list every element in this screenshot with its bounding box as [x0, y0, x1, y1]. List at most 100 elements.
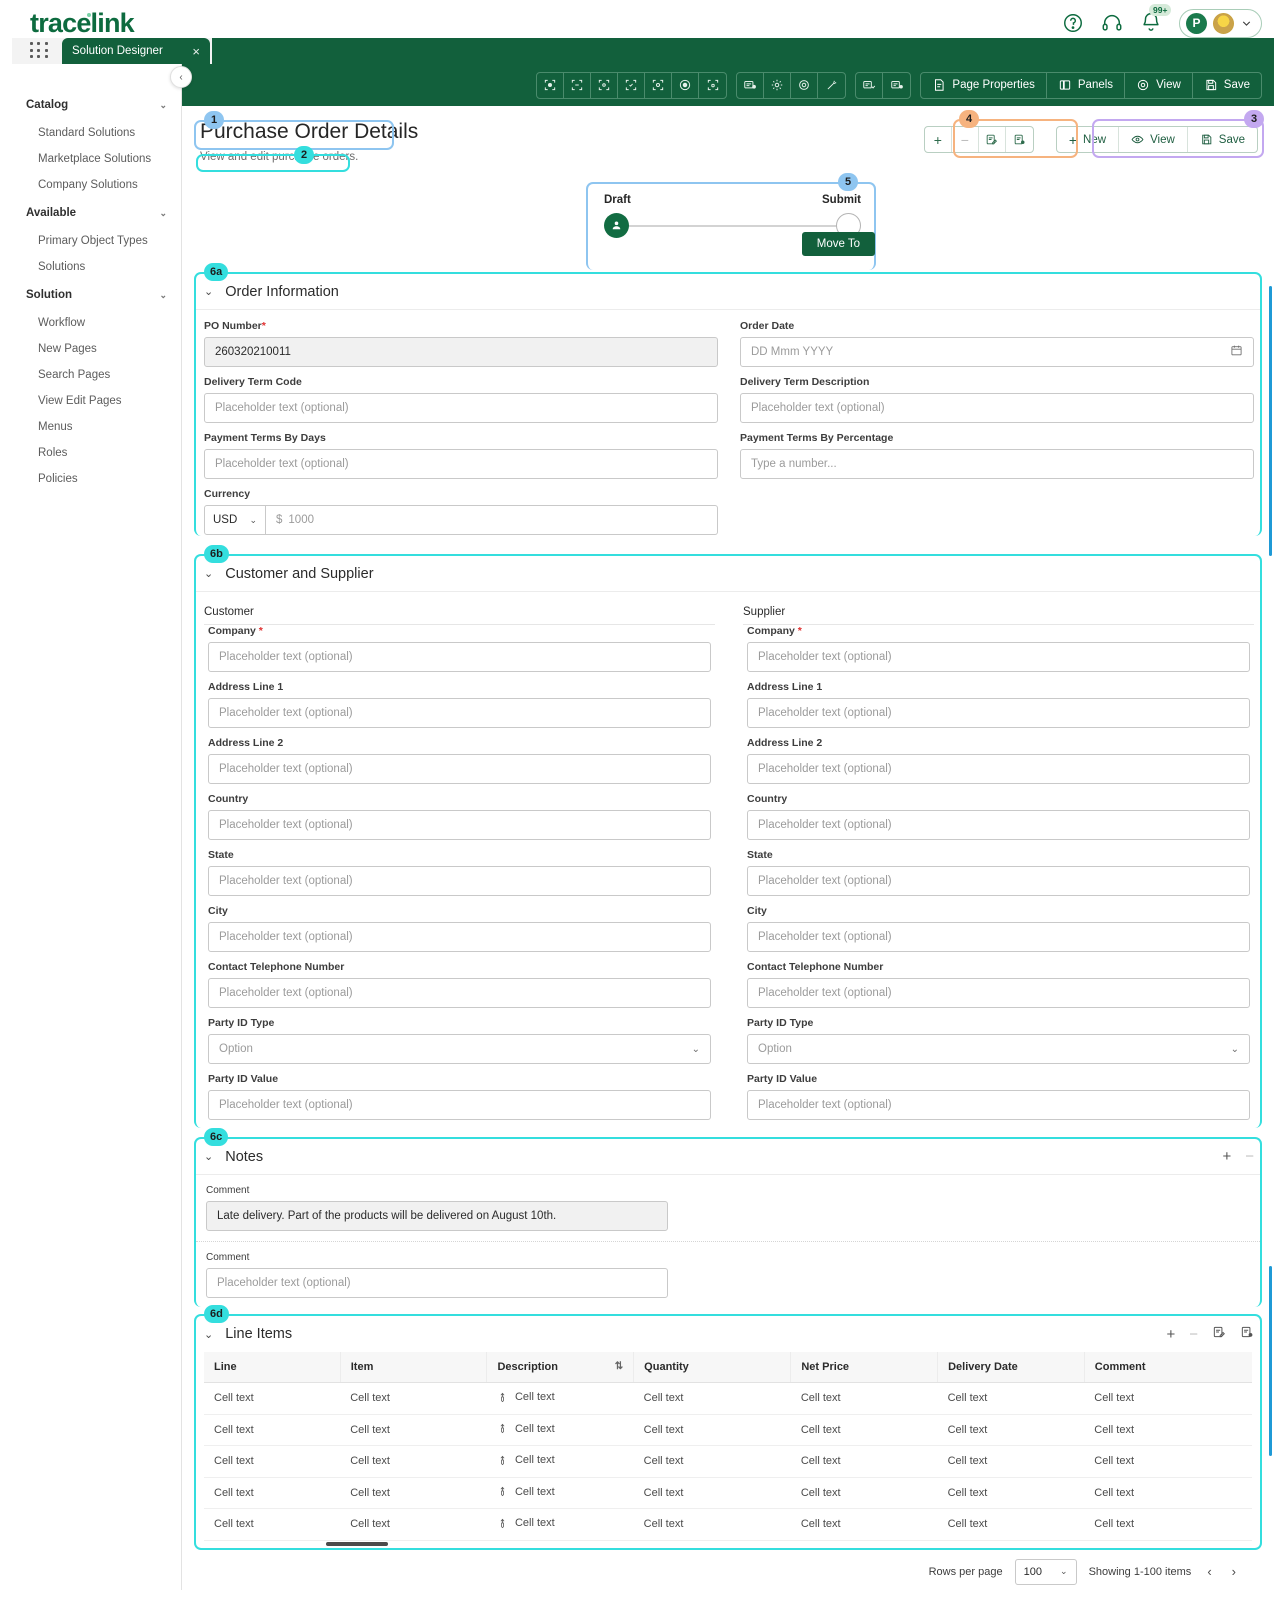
note-comment-input[interactable]: Late delivery. Part of the products will… [206, 1201, 668, 1231]
customer-city-input[interactable]: Placeholder text (optional) [208, 922, 711, 952]
customer-address-line-2-input[interactable]: Placeholder text (optional) [208, 754, 711, 784]
chevron-down-icon[interactable]: ⌄ [204, 285, 213, 298]
chevron-down-icon[interactable]: ⌄ [1231, 1044, 1239, 1055]
line-items-config-icon[interactable] [1240, 1325, 1254, 1344]
table-row[interactable]: Cell text Cell text Cell text Cell text … [204, 1477, 1252, 1509]
customer-address-line-1-input[interactable]: Placeholder text (optional) [208, 698, 711, 728]
sidebar-group-header-available[interactable]: Available ⌄ [12, 198, 181, 228]
panel-edit-icon[interactable] [979, 127, 1006, 152]
account-menu[interactable]: P [1179, 8, 1262, 38]
view-record-button[interactable]: View [1119, 127, 1188, 152]
chevron-down-icon[interactable]: ⌄ [204, 1328, 213, 1341]
sidebar-item-menus[interactable]: Menus [12, 414, 181, 440]
sidebar-item-standard-solutions[interactable]: Standard Solutions [12, 120, 181, 146]
magic-wand-icon[interactable] [818, 73, 845, 98]
help-icon[interactable] [1062, 12, 1084, 34]
apps-grid-icon[interactable] [30, 42, 50, 60]
gear-icon[interactable] [764, 72, 792, 98]
customer-contact-telephone-number-input[interactable]: Placeholder text (optional) [208, 978, 711, 1008]
sidebar-item-marketplace-solutions[interactable]: Marketplace Solutions [12, 146, 181, 172]
customer-party-id-type-select[interactable]: Option ⌄ [208, 1034, 711, 1064]
chevron-down-icon[interactable] [1240, 17, 1253, 30]
chevron-down-icon[interactable]: ⌄ [159, 100, 167, 111]
order-date-input[interactable]: DD Mmm YYYY [740, 337, 1254, 367]
sidebar-collapse-button[interactable]: ‹ [170, 66, 192, 88]
save-button[interactable]: Save [1193, 73, 1261, 98]
page-properties-button[interactable]: Page Properties [921, 72, 1047, 98]
lock-block-icon[interactable] [699, 73, 726, 98]
section-header-line-items[interactable]: ⌄ Line Items + − [196, 1316, 1260, 1352]
line-items-edit-icon[interactable] [1212, 1325, 1226, 1344]
column-header-description[interactable]: Description ⇅ [486, 1352, 635, 1383]
sidebar-item-company-solutions[interactable]: Company Solutions [12, 172, 181, 198]
note-comment-input[interactable]: Placeholder text (optional) [206, 1268, 668, 1298]
panels-button[interactable]: Panels [1047, 72, 1126, 98]
horizontal-scrollbar[interactable] [326, 1541, 388, 1546]
checkbox-block-icon[interactable] [618, 72, 646, 98]
chevron-down-icon[interactable]: ⌄ [249, 515, 257, 526]
save-record-button[interactable]: Save [1188, 127, 1257, 152]
tab-solution-designer[interactable]: Solution Designer × [62, 38, 210, 64]
supplier-state-input[interactable]: Placeholder text (optional) [747, 866, 1250, 896]
rows-per-page-select[interactable]: 100 ⌄ [1014, 1558, 1077, 1585]
customer-state-input[interactable]: Placeholder text (optional) [208, 866, 711, 896]
supplier-address-line-1-input[interactable]: Placeholder text (optional) [747, 698, 1250, 728]
column-header-delivery-date[interactable]: Delivery Date [937, 1352, 1085, 1383]
target-icon[interactable] [672, 72, 700, 98]
advanced-settings-icon[interactable] [791, 72, 819, 98]
notes-add-button[interactable]: + [1222, 1149, 1231, 1164]
view-button[interactable]: View [1125, 72, 1193, 98]
supplier-party-id-value-input[interactable]: Placeholder text (optional) [747, 1090, 1250, 1120]
chevron-down-icon[interactable]: ⌄ [204, 567, 213, 580]
chevron-down-icon[interactable]: ⌄ [204, 1150, 213, 1163]
sidebar-item-workflow[interactable]: Workflow [12, 310, 181, 336]
sidebar-group-header-solution[interactable]: Solution ⌄ [12, 280, 181, 310]
table-row[interactable]: Cell text Cell text Cell text Cell text … [204, 1382, 1252, 1415]
supplier-city-input[interactable]: Placeholder text (optional) [747, 922, 1250, 952]
chevron-down-icon[interactable]: ⌄ [159, 290, 167, 301]
circle-block-icon[interactable] [645, 72, 673, 98]
previous-page-button[interactable]: ‹ [1203, 1564, 1215, 1579]
supplier-address-line-2-input[interactable]: Placeholder text (optional) [747, 754, 1250, 784]
sidebar-item-view-edit-pages[interactable]: View Edit Pages [12, 388, 181, 414]
line-items-remove-button[interactable]: − [1189, 1327, 1198, 1342]
panel-config-icon[interactable] [1006, 127, 1033, 152]
chevron-down-icon[interactable]: ⌄ [1060, 1566, 1068, 1577]
panel-add-button[interactable]: + [925, 127, 952, 152]
currency-select[interactable]: USD ⌄ [204, 505, 266, 535]
section-header-order-information[interactable]: ⌄ Order Information [196, 274, 1260, 310]
record-edit-icon[interactable] [883, 73, 910, 98]
form-settings-icon[interactable] [737, 72, 765, 98]
text-block-icon[interactable] [564, 72, 592, 98]
scroll-indicator-lower[interactable] [1269, 1266, 1272, 1456]
supplier-country-input[interactable]: Placeholder text (optional) [747, 810, 1250, 840]
column-header-comment[interactable]: Comment [1084, 1352, 1252, 1383]
currency-amount-input[interactable]: $ 1000 [266, 505, 718, 535]
sidebar-item-primary-object-types[interactable]: Primary Object Types [12, 228, 181, 254]
sidebar-item-policies[interactable]: Policies [12, 466, 181, 492]
table-row[interactable]: Cell text Cell text Cell text Cell text … [204, 1445, 1252, 1478]
next-page-button[interactable]: › [1228, 1564, 1240, 1579]
customer-country-input[interactable]: Placeholder text (optional) [208, 810, 711, 840]
supplier-company-input[interactable]: Placeholder text (optional) [747, 642, 1250, 672]
supplier-contact-telephone-number-input[interactable]: Placeholder text (optional) [747, 978, 1250, 1008]
table-row[interactable]: Cell text Cell text Cell text Cell text … [204, 1508, 1252, 1541]
sidebar-item-solutions[interactable]: Solutions [12, 254, 181, 280]
support-headset-icon[interactable] [1101, 12, 1123, 34]
scroll-indicator-upper[interactable] [1269, 286, 1272, 556]
select-object-icon[interactable] [537, 72, 565, 98]
delivery-term-code-input[interactable]: Placeholder text (optional) [204, 393, 718, 423]
section-header-notes[interactable]: ⌄ Notes + − [196, 1139, 1260, 1175]
sidebar-group-header-catalog[interactable]: Catalog ⌄ [12, 90, 181, 120]
line-items-add-button[interactable]: + [1166, 1327, 1175, 1342]
customer-company-input[interactable]: Placeholder text (optional) [208, 642, 711, 672]
sidebar-item-search-pages[interactable]: Search Pages [12, 362, 181, 388]
sidebar-item-roles[interactable]: Roles [12, 440, 181, 466]
move-to-button[interactable]: Move To [801, 232, 875, 256]
sidebar-item-new-pages[interactable]: New Pages [12, 336, 181, 362]
delivery-term-description-input[interactable]: Placeholder text (optional) [740, 393, 1254, 423]
image-block-icon[interactable] [591, 72, 619, 98]
panel-remove-button[interactable]: − [952, 127, 979, 152]
supplier-party-id-type-select[interactable]: Option ⌄ [747, 1034, 1250, 1064]
column-header-quantity[interactable]: Quantity [633, 1352, 792, 1383]
